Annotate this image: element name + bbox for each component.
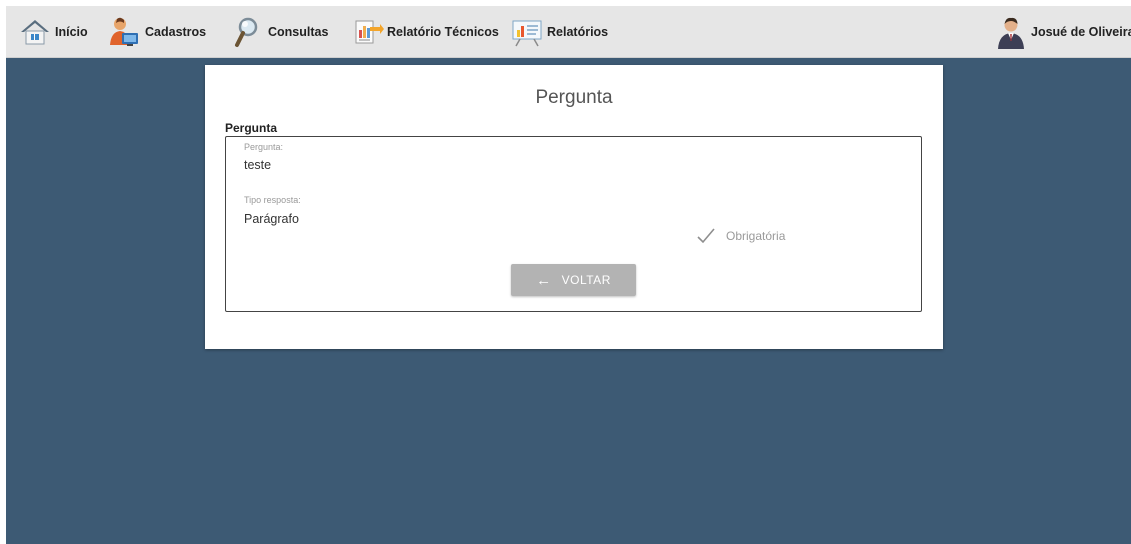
page-title: Pergunta [535, 87, 613, 108]
nav-item-label: Início [55, 24, 88, 39]
tipo-resposta-value: Parágrafo [244, 212, 299, 226]
nav-item-relatorio-tecnicos[interactable]: Relatório Técnicos [350, 6, 499, 57]
nav-item-label: Cadastros [145, 24, 207, 39]
question-card: Pergunta Pergunta Pergunta: teste Tipo r… [205, 65, 943, 349]
nav-item-cadastros[interactable]: Cadastros [108, 6, 206, 57]
magnifier-icon [235, 17, 258, 47]
obrigatoria-checkbox[interactable]: Obrigatória [696, 226, 785, 246]
chart-board-icon [512, 20, 542, 46]
top-navbar: Início Cadastros Consultas Relatório Téc… [6, 6, 1131, 58]
register-user-icon [110, 17, 138, 46]
pergunta-value: teste [244, 158, 272, 172]
check-icon [697, 228, 715, 244]
arrow-left-icon: ← [536, 271, 552, 289]
question-fieldset: Pergunta: teste Tipo resposta: Parágrafo… [225, 136, 922, 312]
home-icon [21, 19, 49, 44]
pergunta-caption: Pergunta: [244, 142, 284, 152]
obrigatoria-label: Obrigatória [726, 229, 786, 243]
nav-item-inicio[interactable]: Início [18, 6, 88, 57]
tipo-resposta-caption: Tipo resposta: [244, 195, 301, 205]
section-label: Pergunta [225, 121, 278, 135]
voltar-button[interactable]: ← VOLTAR [511, 264, 636, 296]
nav-item-relatorios[interactable]: Relatórios [510, 6, 608, 57]
nav-item-label: Relatórios [547, 24, 609, 39]
user-name: Josué de Oliveira [1031, 24, 1131, 39]
nav-item-label: Consultas [268, 24, 329, 39]
app-frame: Início Cadastros Consultas Relatório Téc… [6, 6, 1131, 544]
voltar-label: VOLTAR [561, 273, 611, 287]
nav-item-consultas[interactable]: Consultas [231, 6, 328, 57]
user-avatar-icon [998, 17, 1024, 49]
nav-item-label: Relatório Técnicos [387, 24, 499, 39]
nav-user-menu[interactable]: Josué de Oliveira [994, 6, 1131, 57]
technical-report-icon [355, 20, 384, 43]
